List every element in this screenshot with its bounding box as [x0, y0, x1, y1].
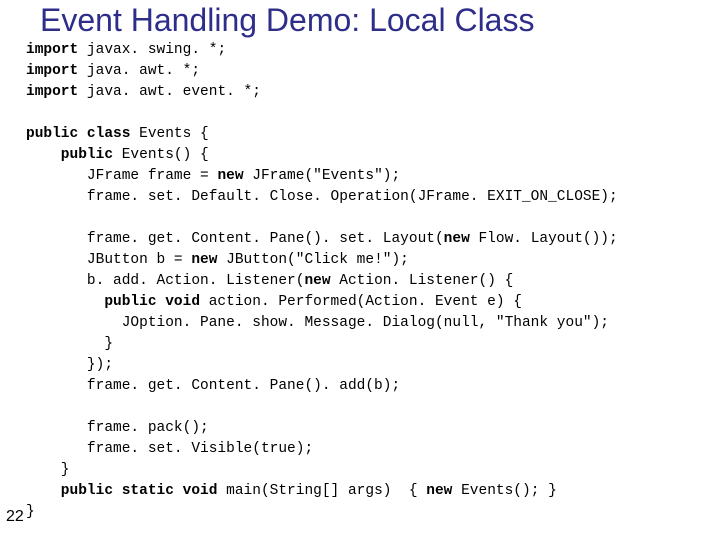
code-text: JOption. Pane. show. Message. Dialog(nul… — [26, 315, 609, 331]
kw-public-void: public void — [26, 294, 200, 310]
code-text: }); — [26, 357, 113, 373]
code-text: frame. set. Visible(true); — [26, 441, 313, 457]
code-text: main(String[] args) { — [217, 483, 426, 499]
kw-new: new — [426, 483, 452, 499]
code-text: } — [26, 336, 113, 352]
kw-import: import — [26, 42, 78, 58]
code-text: JButton("Click me!"); — [217, 252, 408, 268]
code-text: } — [26, 504, 35, 520]
kw-new: new — [304, 273, 330, 289]
slide: Event Handling Demo: Local Class import … — [0, 0, 720, 540]
code-text: Action. Listener() { — [331, 273, 514, 289]
page-number: 22 — [6, 508, 24, 526]
kw-public-class: public class — [26, 126, 130, 142]
code-text: javax. swing. *; — [78, 42, 226, 58]
kw-new: new — [444, 231, 470, 247]
code-text: frame. get. Content. Pane(). set. Layout… — [26, 231, 444, 247]
code-text: Events(); } — [452, 483, 556, 499]
kw-new: new — [217, 168, 243, 184]
code-text: JFrame frame = — [26, 168, 217, 184]
code-text: frame. set. Default. Close. Operation(JF… — [26, 189, 618, 205]
kw-public: public — [26, 147, 113, 163]
code-text: java. awt. *; — [78, 63, 200, 79]
kw-import: import — [26, 63, 78, 79]
code-text: JFrame("Events"); — [244, 168, 401, 184]
code-text: Events { — [130, 126, 208, 142]
kw-import: import — [26, 84, 78, 100]
code-text: java. awt. event. *; — [78, 84, 261, 100]
code-text: JButton b = — [26, 252, 191, 268]
slide-title: Event Handling Demo: Local Class — [40, 2, 710, 39]
code-text: frame. pack(); — [26, 420, 209, 436]
code-text: } — [26, 462, 70, 478]
code-text: Flow. Layout()); — [470, 231, 618, 247]
code-text: action. Performed(Action. Event e) { — [200, 294, 522, 310]
kw-new: new — [191, 252, 217, 268]
code-text: b. add. Action. Listener( — [26, 273, 304, 289]
code-text: Events() { — [113, 147, 209, 163]
code-block: import javax. swing. *; import java. awt… — [26, 40, 712, 523]
code-text: frame. get. Content. Pane(). add(b); — [26, 378, 400, 394]
kw-public-static-void: public static void — [26, 483, 217, 499]
